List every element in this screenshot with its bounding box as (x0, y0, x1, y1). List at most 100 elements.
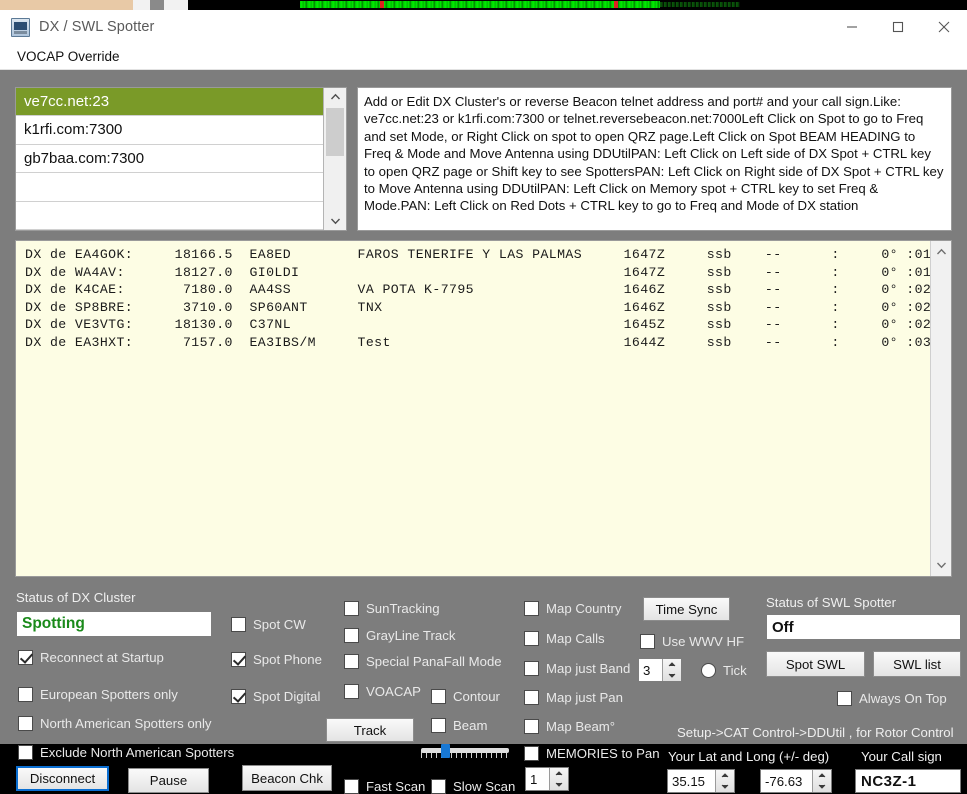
stepper-arrows[interactable] (662, 659, 681, 681)
scroll-up-icon[interactable] (931, 243, 952, 261)
stepper-up-icon[interactable] (813, 770, 831, 781)
map-calls-checkbox[interactable]: Map Calls (524, 631, 605, 646)
stepper-up-icon[interactable] (663, 659, 681, 670)
voacap-checkbox[interactable]: VOACAP (344, 684, 421, 699)
longitude-stepper[interactable]: -76.63 (760, 769, 832, 793)
map-beam-checkbox[interactable]: Map Beam° (524, 719, 615, 734)
cluster-address-list: ve7cc.net:23 k1rfi.com:7300 gb7baa.com:7… (15, 87, 347, 231)
use-wwv-hf-checkbox[interactable]: Use WWV HF (640, 634, 744, 649)
menu-item-vocap-override[interactable]: VOCAP Override (8, 49, 129, 64)
map-country-checkbox[interactable]: Map Country (524, 601, 622, 616)
beam-slider[interactable] (421, 742, 509, 758)
checkbox-box (524, 661, 539, 676)
north-american-spotters-checkbox[interactable]: North American Spotters only (18, 716, 212, 731)
cluster-list-item[interactable]: k1rfi.com:7300 (16, 116, 323, 144)
main-content: ve7cc.net:23 k1rfi.com:7300 gb7baa.com:7… (0, 70, 967, 744)
table-row[interactable]: DX de K4CAE: 7180.0 AA4SS VA POTA K-7795… (16, 281, 930, 299)
sun-tracking-checkbox[interactable]: SunTracking (344, 601, 440, 616)
map-country-label: Map Country (546, 601, 622, 616)
map-just-band-checkbox[interactable]: Map just Band (524, 661, 630, 676)
checkbox-box (837, 691, 852, 706)
table-row[interactable]: DX de EA3HXT: 7157.0 EA3IBS/M Test 1644Z… (16, 334, 930, 352)
scroll-down-icon[interactable] (931, 556, 952, 574)
table-row[interactable]: DX de WA4AV: 18127.0 GI0LDI 1647Z ssb --… (16, 264, 930, 282)
special-panafall-checkbox[interactable]: Special PanaFall Mode (344, 654, 502, 669)
dx-cluster-status-value: Spotting (16, 611, 212, 637)
checkbox-box (344, 779, 359, 794)
dx-spot-list: DX de EA4GOK: 18166.5 EA8ED FAROS TENERI… (15, 240, 952, 577)
app-icon (11, 18, 30, 37)
tick-radio[interactable]: Tick (701, 663, 747, 678)
spot-digital-checkbox[interactable]: Spot Digital (231, 689, 320, 704)
spot-list-scrollbar[interactable] (930, 241, 951, 576)
latitude-stepper[interactable]: 35.15 (667, 769, 735, 793)
beam-label: Beam (453, 718, 487, 733)
wwv-value: 3 (639, 659, 662, 681)
slider-thumb[interactable] (441, 744, 450, 758)
reconnect-at-startup-checkbox[interactable]: Reconnect at Startup (18, 650, 164, 665)
special-panafall-label: Special PanaFall Mode (366, 654, 502, 669)
stepper-arrows[interactable] (812, 770, 831, 792)
spot-cw-checkbox[interactable]: Spot CW (231, 617, 306, 632)
spot-swl-button[interactable]: Spot SWL (766, 651, 865, 677)
checkbox-box (18, 687, 33, 702)
european-spotters-checkbox[interactable]: European Spotters only (18, 687, 178, 702)
callsign-field[interactable]: NC3Z-1 (855, 769, 961, 793)
waterfall-green-signal (300, 1, 660, 8)
scroll-up-icon[interactable] (330, 88, 341, 106)
stepper-up-icon[interactable] (716, 770, 734, 781)
map-just-pan-checkbox[interactable]: Map just Pan (524, 690, 623, 705)
scroll-down-icon[interactable] (330, 212, 341, 230)
table-row[interactable]: DX de VE3VTG: 18130.0 C37NL 1645Z ssb --… (16, 316, 930, 334)
time-sync-button[interactable]: Time Sync (643, 597, 730, 621)
stepper-down-icon[interactable] (813, 781, 831, 792)
stepper-arrows[interactable] (715, 770, 734, 792)
scan-value-stepper[interactable]: 1 (525, 767, 569, 791)
background-window-edge (150, 0, 164, 10)
stepper-down-icon[interactable] (663, 670, 681, 681)
table-row[interactable]: DX de SP8BRE: 3710.0 SP60ANT TNX 1646Z s… (16, 299, 930, 317)
european-spotters-label: European Spotters only (40, 687, 178, 702)
always-on-top-checkbox[interactable]: Always On Top (837, 691, 947, 706)
map-just-pan-label: Map just Pan (546, 690, 623, 705)
contour-checkbox[interactable]: Contour (431, 689, 500, 704)
slow-scan-checkbox[interactable]: Slow Scan (431, 779, 515, 794)
checkbox-box (344, 628, 359, 643)
wwv-value-stepper[interactable]: 3 (638, 658, 682, 682)
track-button[interactable]: Track (326, 718, 414, 742)
cluster-list-scrollbar[interactable] (324, 88, 346, 230)
disconnect-button[interactable]: Disconnect (16, 766, 109, 791)
maximize-icon[interactable] (875, 10, 921, 44)
beam-checkbox[interactable]: Beam (431, 718, 487, 733)
pause-button[interactable]: Pause (128, 768, 209, 793)
scrollbar-thumb[interactable] (326, 108, 344, 156)
callsign-label: Your Call sign (861, 749, 942, 764)
stepper-arrows[interactable] (549, 768, 568, 790)
fast-scan-label: Fast Scan (366, 779, 425, 794)
north-american-spotters-label: North American Spotters only (40, 716, 212, 731)
stepper-up-icon[interactable] (550, 768, 568, 779)
dx-cluster-status-label: Status of DX Cluster (16, 590, 135, 605)
checkbox-box (344, 684, 359, 699)
cluster-list-item[interactable]: gb7baa.com:7300 (16, 145, 323, 173)
memories-to-pan-checkbox[interactable]: MEMORIES to Pan (524, 746, 660, 761)
stepper-down-icon[interactable] (550, 779, 568, 790)
waterfall-red-marker (380, 1, 384, 8)
background-panadapter-waterfall (0, 0, 967, 10)
stepper-down-icon[interactable] (716, 781, 734, 792)
fast-scan-checkbox[interactable]: Fast Scan (344, 779, 425, 794)
cluster-list-item[interactable]: ve7cc.net:23 (16, 88, 323, 116)
table-row[interactable]: DX de EA4GOK: 18166.5 EA8ED FAROS TENERI… (16, 246, 930, 264)
exclude-north-american-checkbox[interactable]: Exclude North American Spotters (18, 745, 234, 760)
cluster-list-item[interactable] (16, 202, 323, 230)
menu-bar: VOCAP Override (0, 44, 967, 70)
swl-list-button[interactable]: SWL list (873, 651, 961, 677)
cluster-list-item[interactable] (16, 173, 323, 201)
close-icon[interactable] (921, 10, 967, 44)
swl-status-value: Off (766, 614, 961, 640)
spot-phone-checkbox[interactable]: Spot Phone (231, 652, 322, 667)
beacon-check-button[interactable]: Beacon Chk (242, 765, 332, 791)
grayline-track-checkbox[interactable]: GrayLine Track (344, 628, 455, 643)
minimize-icon[interactable] (829, 10, 875, 44)
waterfall-dim-signal (660, 2, 740, 7)
